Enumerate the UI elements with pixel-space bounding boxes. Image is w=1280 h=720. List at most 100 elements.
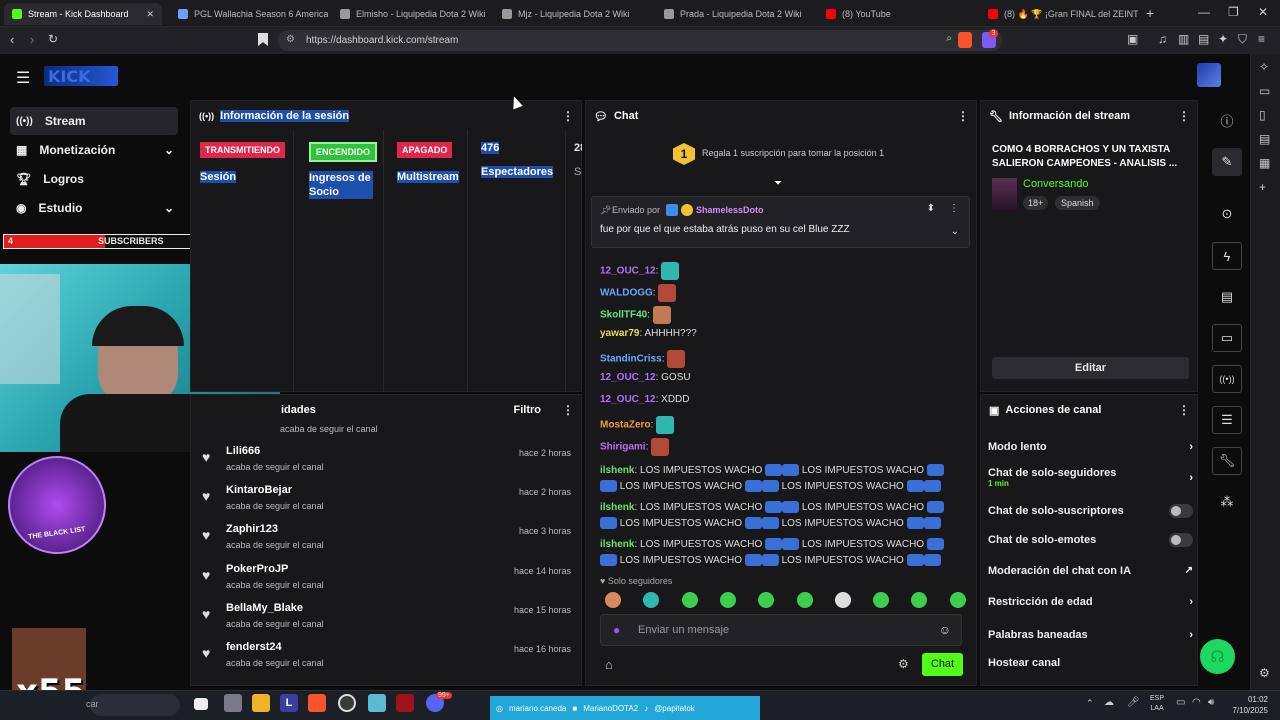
emote-picker-icon[interactable] — [873, 592, 890, 608]
sidebar-item-stream[interactable]: ((•)) Stream — [10, 107, 178, 135]
chat-username[interactable]: yawar79 — [600, 328, 639, 339]
sidebar-item-monetization[interactable]: ▦ Monetización ⌄ — [10, 136, 178, 164]
more-icon[interactable]: ⋮ — [1178, 109, 1190, 123]
chat-username[interactable]: 12_OUC_12 — [600, 372, 656, 383]
avatar[interactable] — [1197, 63, 1221, 87]
kick-logo[interactable]: KICK — [44, 66, 118, 86]
wrench-widget-icon[interactable]: 🔧︎ — [1212, 447, 1242, 475]
mic-tray-icon[interactable]: 🎤︎ — [1127, 697, 1140, 708]
channel-action-item[interactable]: Chat de solo-emotes — [988, 533, 1193, 552]
add-panel-icon[interactable]: + — [1259, 180, 1266, 194]
channel-action-item[interactable]: Chat de solo-suscriptores — [988, 504, 1193, 523]
forward-icon[interactable]: › — [30, 32, 34, 47]
channel-action-item[interactable]: Chat de solo-seguidores 1 min › — [988, 467, 1193, 488]
layout-widget-icon[interactable]: ☰ — [1212, 406, 1242, 434]
store-icon[interactable]: ⌂ — [605, 657, 613, 672]
chat-username[interactable]: ilshenk — [600, 502, 634, 513]
obs-icon[interactable] — [338, 694, 356, 712]
ai-assistant-icon[interactable]: ✧ — [1259, 60, 1269, 74]
gear-icon[interactable]: ⚙ — [898, 657, 909, 671]
channel-action-item[interactable]: Moderación del chat con IA ↗ — [988, 565, 1193, 583]
tab-prada[interactable]: Prada - Liquipedia Dota 2 Wiki — [656, 3, 814, 25]
unpin-icon[interactable]: ⬍ — [927, 203, 935, 214]
wallet-icon[interactable]: ▤ — [1198, 32, 1209, 46]
more-icon[interactable]: ⋮ — [562, 403, 574, 417]
tab-elmisho[interactable]: Elmisho - Liquipedia Dota 2 Wiki — [332, 3, 490, 25]
more-icon[interactable]: ⋮ — [562, 109, 574, 123]
emote-picker-icon[interactable] — [681, 592, 698, 608]
microphone-icon[interactable]: ● — [613, 623, 620, 637]
follower-name[interactable]: KintaroBejar — [226, 484, 292, 496]
history-icon[interactable]: ▦ — [1259, 156, 1270, 170]
chat-username[interactable]: StandinCriss — [600, 354, 662, 365]
channel-action-item[interactable]: Hostear canal — [988, 657, 1193, 675]
tab-pgl[interactable]: PGL Wallachia Season 6 Americas Cl — [170, 3, 328, 25]
support-chat-icon[interactable]: ☊ — [1200, 639, 1235, 674]
ai-icon[interactable]: ✦ — [1218, 32, 1228, 46]
chat-username[interactable]: WALDOGG — [600, 288, 653, 299]
chat-widget-icon[interactable]: ▭ — [1212, 324, 1242, 352]
app-icon[interactable] — [224, 694, 242, 712]
follower-name[interactable]: Zaphir123 — [226, 523, 278, 535]
chevron-down-icon[interactable]: ⏷ — [774, 178, 788, 189]
chevron-down-icon[interactable]: ⌄ — [951, 226, 959, 237]
sidebar-toggle-icon[interactable]: ▥ — [1178, 32, 1189, 46]
document-icon[interactable]: ▤ — [1212, 283, 1242, 311]
more-icon[interactable]: ⋮ — [949, 203, 959, 214]
bookmark-icon[interactable] — [258, 33, 268, 46]
task-view-icon[interactable] — [194, 698, 208, 710]
tab-mjz[interactable]: Mjz - Liquipedia Dota 2 Wiki — [494, 3, 652, 25]
reload-icon[interactable]: ↻ — [48, 32, 58, 46]
screenshot-icon[interactable]: ▣ — [1127, 32, 1138, 46]
activity-row[interactable]: ♥ Lili666 acaba de seguir el canal hace 2 h… — [200, 443, 575, 479]
follower-name[interactable]: BellaMy_Blake — [226, 602, 303, 614]
follower-name[interactable]: fenderst24 — [226, 641, 282, 653]
broadcast-widget-icon[interactable]: ((•)) — [1212, 365, 1242, 393]
emote-picker-icon[interactable] — [834, 592, 851, 608]
vpn-icon[interactable]: ⛉ — [1238, 32, 1247, 47]
category-link[interactable]: Conversando — [1023, 178, 1088, 190]
activity-row[interactable]: ♥ PokerProJP acaba de seguir el canal hace … — [200, 561, 575, 597]
tab-youtube[interactable]: (8) YouTube — [818, 3, 976, 25]
channel-action-item[interactable]: Palabras baneadas › — [988, 629, 1193, 647]
menu-icon[interactable]: ≡ — [1258, 32, 1265, 46]
screen-target-icon[interactable]: ⊙ — [1212, 200, 1242, 228]
emoji-icon[interactable]: ☺ — [939, 623, 951, 637]
brave-taskbar-icon[interactable] — [308, 694, 326, 712]
tab-youtube-final[interactable]: (8) 🔥 🏆 ¡Gran FINAL del ZEINTERN — [980, 3, 1138, 25]
activity-row[interactable]: ♥ Zaphir123 acaba de seguir el canal hace 3… — [200, 521, 575, 557]
activity-row[interactable]: ♥ KintaroBejar acaba de seguir el canal hac… — [200, 482, 575, 518]
lightning-icon[interactable]: ϟ — [1212, 242, 1242, 270]
window-close-icon[interactable]: ✕ — [1258, 5, 1268, 19]
network-icon[interactable]: ▭ — [1176, 697, 1185, 708]
chat-input[interactable]: ● Enviar un mensaje ☺ — [600, 614, 962, 646]
app-l-icon[interactable]: L — [280, 694, 298, 712]
sidebar-item-studio[interactable]: ◉ Estudio ⌄ — [10, 194, 178, 222]
wifi-icon[interactable]: ◠ — [1192, 697, 1201, 708]
chevron-up-icon[interactable]: ⌃ — [1086, 698, 1094, 709]
reading-list-icon[interactable]: ▤ — [1259, 132, 1270, 146]
dota-icon[interactable] — [396, 694, 414, 712]
more-icon[interactable]: ⋮ — [1178, 403, 1190, 417]
send-chat-button[interactable]: Chat — [922, 653, 963, 676]
notes-icon[interactable] — [368, 694, 386, 712]
filter-button[interactable]: Filtro — [514, 404, 542, 416]
maximize-icon[interactable]: ❐ — [1228, 5, 1239, 19]
sidebar-item-achievements[interactable]: 🏆︎ Logros — [10, 165, 178, 193]
channel-action-item[interactable]: Restricción de edad › — [988, 596, 1193, 614]
file-explorer-icon[interactable] — [252, 694, 270, 712]
hamburger-icon[interactable]: ☰ — [16, 68, 30, 88]
settings-icon[interactable]: ⚙ — [1259, 666, 1270, 680]
toggle-switch[interactable] — [1169, 504, 1193, 518]
chat-username[interactable]: Shirigami — [600, 442, 646, 453]
channel-action-item[interactable]: Modo lento › — [988, 441, 1193, 459]
minimize-icon[interactable]: — — [1198, 5, 1210, 19]
chat-username[interactable]: 12_OUC_12 — [600, 394, 656, 405]
chat-username[interactable]: MostaZero — [600, 420, 651, 431]
language-indicator[interactable]: ESP LAA — [1150, 694, 1164, 714]
url-field[interactable]: ⚙ https://dashboard.kick.com/stream ⌕ ⇪ — [278, 30, 1002, 51]
gift-leaderboard-text[interactable]: Regala 1 suscripción para tomar la posic… — [702, 148, 884, 158]
activity-row[interactable]: ♥ fenderst24 acaba de seguir el canal hace … — [200, 639, 575, 675]
toggle-switch[interactable] — [1169, 533, 1193, 547]
pinned-username[interactable]: ShamelessDoto — [696, 205, 764, 215]
